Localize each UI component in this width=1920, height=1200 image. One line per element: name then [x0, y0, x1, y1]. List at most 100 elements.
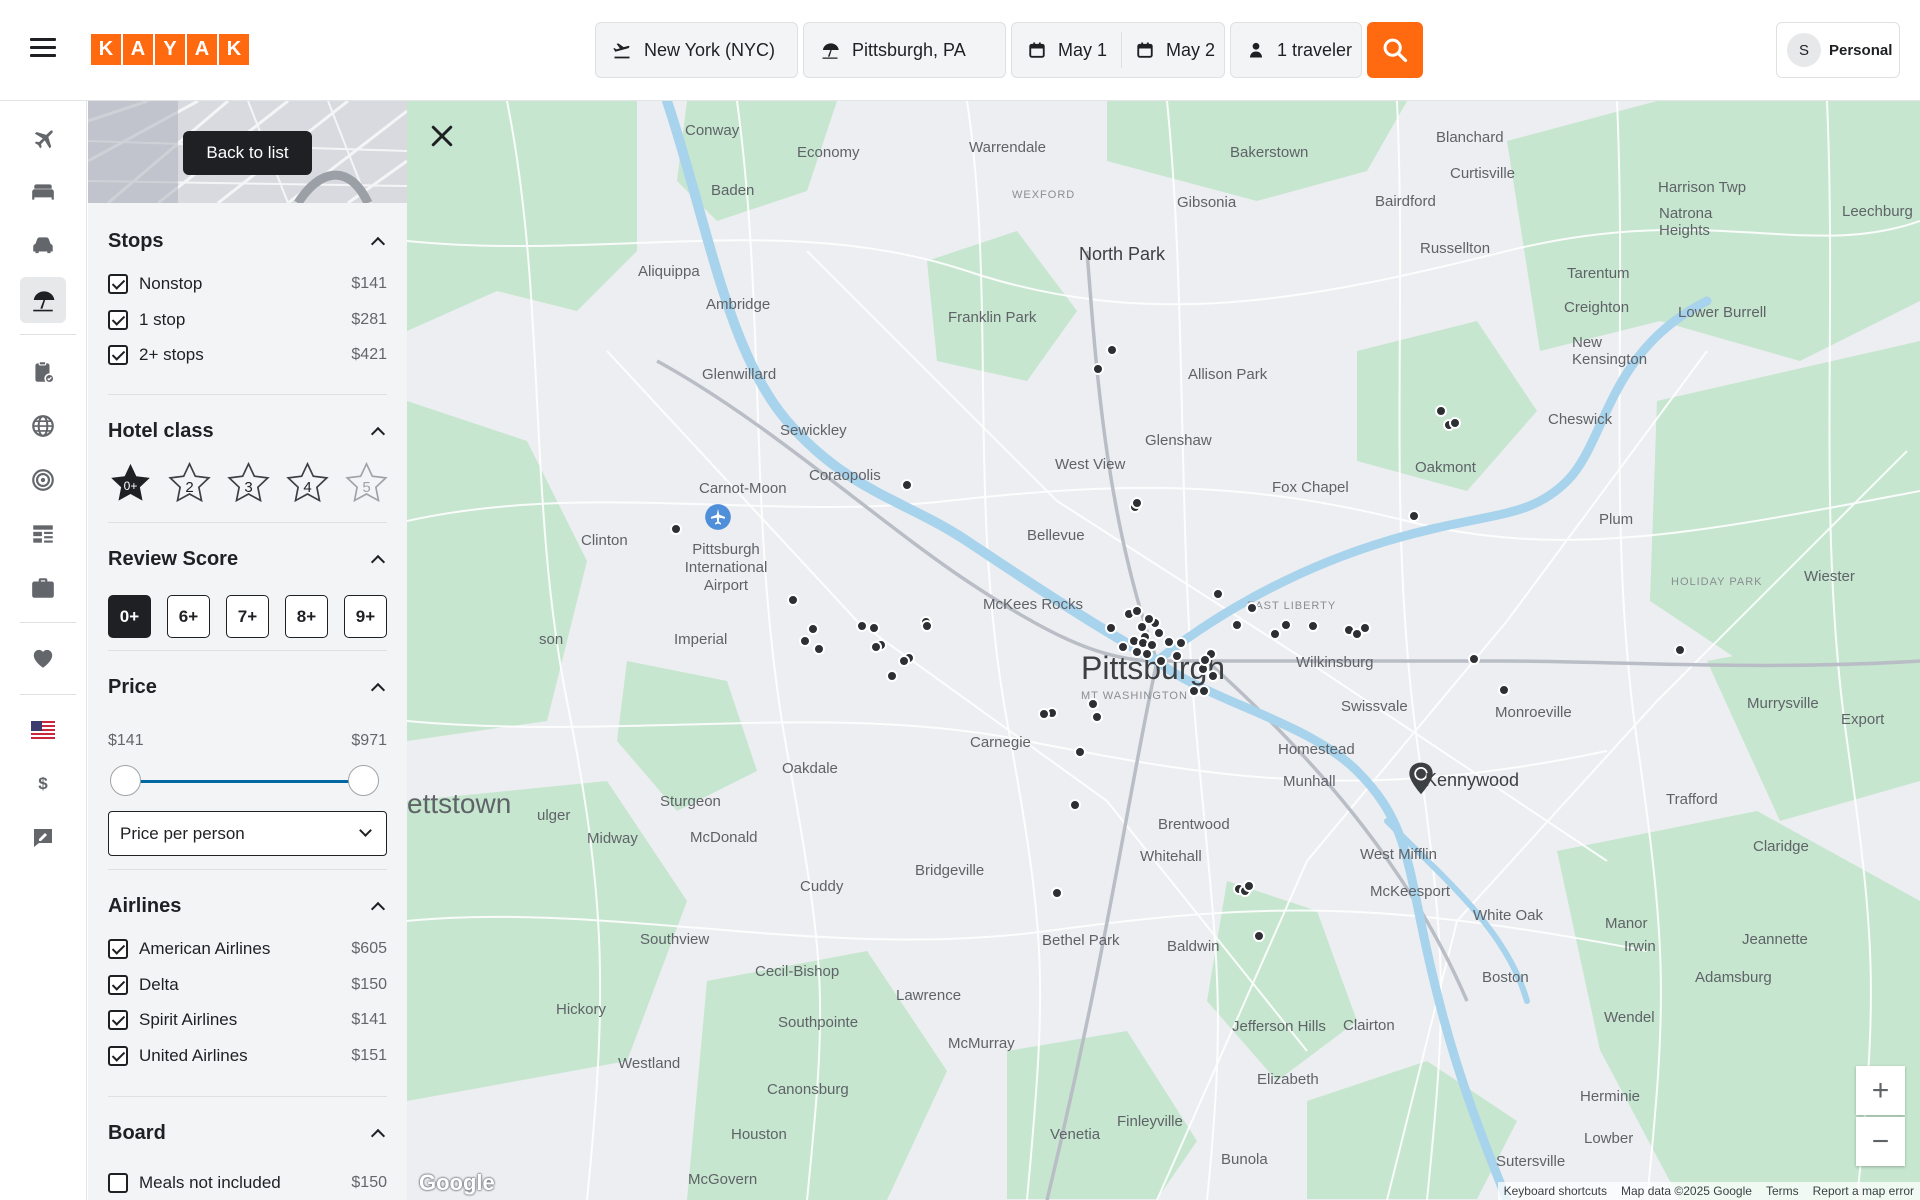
hotel-pin[interactable]: [1163, 636, 1175, 648]
hotel-pin[interactable]: [1280, 619, 1292, 631]
star-filter-5[interactable]: 5: [344, 461, 389, 506]
price-slider-max-handle[interactable]: [348, 765, 379, 796]
hotel-pin[interactable]: [1051, 887, 1063, 899]
airline-option[interactable]: Delta $150: [108, 970, 387, 1000]
nav-saved[interactable]: [20, 635, 66, 681]
hotel-pin[interactable]: [1246, 602, 1258, 614]
hotel-pin[interactable]: [1092, 363, 1104, 375]
menu-icon[interactable]: [30, 38, 56, 62]
stops-option-2-plus[interactable]: 2+ stops $421: [108, 340, 387, 370]
airline-option[interactable]: American Airlines $605: [108, 934, 387, 964]
keyboard-shortcuts-link[interactable]: Keyboard shortcuts: [1504, 1184, 1607, 1198]
checkbox[interactable]: [108, 939, 128, 959]
checkbox[interactable]: [108, 274, 128, 294]
hotel-pin[interactable]: [1231, 619, 1243, 631]
close-map-button[interactable]: [427, 121, 457, 151]
nav-region[interactable]: [20, 707, 66, 753]
airlines-header[interactable]: Airlines: [108, 892, 387, 920]
hotel-pin[interactable]: [1468, 653, 1480, 665]
hotel-pin[interactable]: [901, 479, 913, 491]
score-option-8-plus[interactable]: 8+: [285, 595, 328, 638]
nav-guides[interactable]: [20, 511, 66, 557]
hotel-pin[interactable]: [799, 635, 811, 647]
travelers-field[interactable]: 1 traveler: [1230, 22, 1362, 78]
hotel-pin[interactable]: [886, 670, 898, 682]
hotel-pin[interactable]: [1243, 880, 1255, 892]
hotel-pin[interactable]: [787, 594, 799, 606]
hotel-pin[interactable]: [1153, 627, 1165, 639]
hotel-pin[interactable]: [1674, 644, 1686, 656]
hotel-pin[interactable]: [1253, 930, 1265, 942]
hotel-pin[interactable]: [1155, 655, 1167, 667]
score-option-9-plus[interactable]: 9+: [344, 595, 387, 638]
hotel-pin[interactable]: [1087, 698, 1099, 710]
nav-explore[interactable]: [20, 403, 66, 449]
hotel-pin[interactable]: [1498, 684, 1510, 696]
hotel-pin[interactable]: [1175, 637, 1187, 649]
checkbox[interactable]: [108, 1173, 128, 1193]
return-date[interactable]: May 2: [1166, 40, 1215, 61]
hotel-pin[interactable]: [1117, 641, 1129, 653]
checkbox[interactable]: [108, 975, 128, 995]
zoom-in-button[interactable]: +: [1856, 1066, 1905, 1115]
hotel-pin[interactable]: [1143, 613, 1155, 625]
hotel-pin[interactable]: [1038, 708, 1050, 720]
hotel-pin[interactable]: [1131, 497, 1143, 509]
checkbox[interactable]: [108, 1046, 128, 1066]
nav-flights[interactable]: [20, 116, 66, 162]
hotel-pin[interactable]: [1131, 605, 1143, 617]
hotel-pin[interactable]: [1307, 620, 1319, 632]
hotel-pin[interactable]: [1408, 510, 1420, 522]
hotel-pin[interactable]: [1207, 670, 1219, 682]
stops-option-1-stop[interactable]: 1 stop $281: [108, 305, 387, 335]
destination-field[interactable]: Pittsburgh, PA: [803, 22, 1006, 78]
star-filter-3[interactable]: 3: [226, 461, 271, 506]
nav-cars[interactable]: [20, 222, 66, 268]
stops-option-nonstop[interactable]: Nonstop $141: [108, 269, 387, 299]
price-mode-select[interactable]: Price per person: [108, 811, 387, 856]
board-option[interactable]: Meals not included $150: [108, 1168, 387, 1198]
hotel-pin[interactable]: [1351, 628, 1363, 640]
dollar-icon[interactable]: $: [20, 761, 66, 807]
score-option-7-plus[interactable]: 7+: [226, 595, 269, 638]
score-option-0-plus[interactable]: 0+: [108, 595, 151, 638]
stops-header[interactable]: Stops: [108, 227, 387, 255]
hotel-pin[interactable]: [1069, 799, 1081, 811]
checkbox[interactable]: [108, 345, 128, 365]
hotel-pin[interactable]: [1212, 588, 1224, 600]
hotel-pin[interactable]: [1091, 711, 1103, 723]
depart-date[interactable]: May 1: [1058, 40, 1107, 61]
star-filter-0-plus[interactable]: 0+: [108, 461, 153, 506]
back-to-list-button[interactable]: Back to list: [183, 131, 312, 175]
hotel-pin[interactable]: [1171, 650, 1183, 662]
hotel-pin[interactable]: [813, 643, 825, 655]
star-filter-4[interactable]: 4: [285, 461, 330, 506]
hotel-pin[interactable]: [868, 622, 880, 634]
hotel-pin[interactable]: [1074, 746, 1086, 758]
hotel-pin[interactable]: [807, 623, 819, 635]
nav-packages[interactable]: [20, 277, 66, 323]
kayak-logo[interactable]: K A Y A K: [91, 34, 249, 65]
board-header[interactable]: Board: [108, 1119, 387, 1147]
zoom-out-button[interactable]: −: [1856, 1117, 1905, 1166]
review-score-header[interactable]: Review Score: [108, 545, 387, 573]
hotel-pin[interactable]: [670, 523, 682, 535]
hotel-pin[interactable]: [921, 620, 933, 632]
mini-map-thumbnail[interactable]: Back to list: [88, 101, 407, 203]
date-range-field[interactable]: May 1 May 2: [1011, 22, 1225, 78]
hotel-pin[interactable]: [1106, 344, 1118, 356]
checkbox[interactable]: [108, 1010, 128, 1030]
hotel-pin[interactable]: [898, 655, 910, 667]
hotel-pin[interactable]: [870, 641, 882, 653]
nav-business[interactable]: [20, 565, 66, 611]
price-slider-track[interactable]: [126, 780, 371, 783]
airline-option[interactable]: Spirit Airlines $141: [108, 1005, 387, 1035]
nav-trips[interactable]: [20, 349, 66, 395]
hotel-class-header[interactable]: Hotel class: [108, 417, 387, 445]
hotel-pin[interactable]: [856, 620, 868, 632]
nav-trends[interactable]: [20, 457, 66, 503]
search-button[interactable]: [1367, 22, 1423, 78]
hotel-pin[interactable]: [1269, 628, 1281, 640]
results-map[interactable]: Conway Economy Warrendale Bakerstown Bla…: [407, 101, 1920, 1200]
hotel-pin[interactable]: [1198, 685, 1210, 697]
